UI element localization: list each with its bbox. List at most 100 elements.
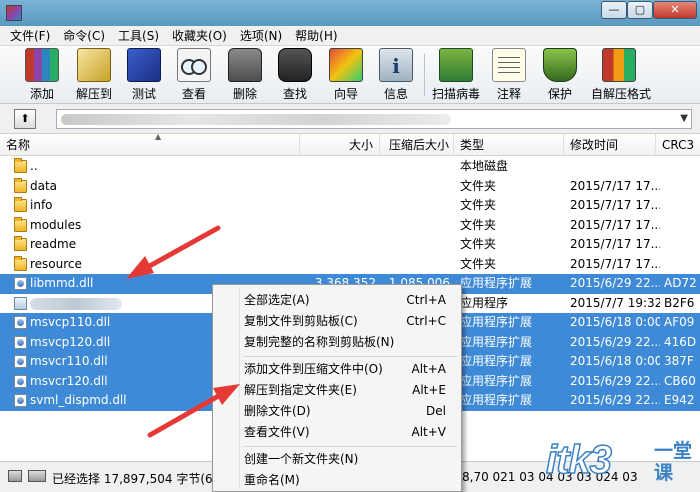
dll-icon [14, 374, 27, 388]
file-crc: CB60 [664, 373, 696, 388]
column-type[interactable]: 类型 [454, 134, 564, 156]
test-icon [127, 48, 161, 82]
menu-item-view-file[interactable]: 查看文件(V) Alt+V [216, 422, 458, 443]
menu-separator [243, 446, 457, 447]
menu-item-label: 全部选定(A) [244, 293, 310, 307]
context-menu: 全部选定(A) Ctrl+A 复制文件到剪贴板(C) Ctrl+C 复制完整的名… [212, 284, 462, 492]
scan-virus-button[interactable]: 扫描病毒 [431, 48, 481, 102]
file-crc: E942 [664, 393, 695, 407]
toolbar: 添加 解压到 测试 查看 删除 查找 向导 信息 扫描病毒 注释 保护 [0, 46, 700, 104]
file-row[interactable]: readme 文件夹 2015/7/17 17... [0, 235, 700, 255]
dll-icon [14, 316, 27, 329]
menu-separator [243, 356, 457, 357]
menu-item-new-folder[interactable]: 创建一个新文件夹(N) [216, 449, 458, 470]
find-icon [278, 48, 312, 82]
column-size[interactable]: 大小 [300, 134, 380, 156]
protect-button[interactable]: 保护 [535, 48, 585, 102]
address-bar: ⬆ ▼ [0, 104, 700, 134]
find-button[interactable]: 查找 [270, 48, 320, 102]
file-name: resource [30, 256, 82, 271]
file-name: readme [30, 237, 77, 251]
wizard-button[interactable]: 向导 [321, 48, 371, 102]
delete-icon [228, 48, 262, 82]
view-button[interactable]: 查看 [169, 48, 219, 102]
file-modified: 2015/7/17 17... [570, 256, 660, 271]
menu-item-copy-files[interactable]: 复制文件到剪贴板(C) Ctrl+C [216, 311, 458, 332]
menu-item-label: 重命名(M) [244, 473, 300, 487]
file-crc: 387F [664, 354, 694, 368]
folder-icon [14, 197, 27, 212]
menu-item-label: 解压到指定文件夹(E) [244, 383, 357, 397]
dll-icon [14, 355, 27, 368]
menu-item-copy-full-names[interactable]: 复制完整的名称到剪贴板(N) [216, 332, 458, 353]
menu-options[interactable]: 选项(N) [240, 27, 282, 44]
comment-icon [492, 48, 526, 82]
menu-item-rename[interactable]: 重命名(M) [216, 470, 458, 491]
file-type: 本地磁盘 [460, 159, 509, 173]
view-icon [177, 48, 211, 82]
menu-item-label: 复制文件到剪贴板(C) [244, 314, 358, 328]
protect-icon [543, 48, 577, 82]
menu-bar: 文件(F) 命令(C) 工具(S) 收藏夹(O) 选项(N) 帮助(H) [0, 26, 700, 46]
minimize-button[interactable]: — [601, 1, 627, 19]
file-modified: 2015/6/29 22... [570, 373, 660, 388]
file-row[interactable]: resource 文件夹 2015/7/17 17... [0, 255, 700, 275]
menu-item-shortcut: Ctrl+A [406, 293, 446, 307]
menu-item-select-all[interactable]: 全部选定(A) Ctrl+A [216, 290, 458, 311]
file-type: 应用程序 [460, 295, 509, 310]
sfx-button[interactable]: 自解压格式 [591, 48, 651, 102]
close-button[interactable]: ✕ [653, 1, 697, 19]
file-type: 应用程序扩展 [460, 393, 533, 407]
sfx-icon [602, 48, 636, 82]
file-row[interactable]: modules 文件夹 2015/7/17 17... [0, 216, 700, 236]
menu-commands[interactable]: 命令(C) [63, 27, 105, 44]
menu-file[interactable]: 文件(F) [10, 27, 50, 44]
column-modified[interactable]: 修改时间 [564, 134, 656, 156]
file-crc: 416D [664, 334, 697, 349]
file-row[interactable]: data 文件夹 2015/7/17 17... [0, 177, 700, 197]
menu-item-label: 创建一个新文件夹(N) [244, 452, 359, 466]
file-modified: 2015/7/17 17... [570, 198, 660, 212]
menu-item-label: 删除文件(D) [244, 404, 311, 418]
menu-item-extract-to-folder[interactable]: 解压到指定文件夹(E) Alt+E [216, 380, 458, 401]
winrar-app-icon[interactable] [6, 5, 22, 21]
dll-icon [14, 394, 27, 407]
info-button[interactable]: 信息 [371, 48, 421, 102]
file-crc: B2F6 [664, 295, 695, 310]
chevron-down-icon[interactable]: ▼ [680, 113, 688, 124]
column-crc[interactable]: CRC3 [656, 134, 700, 156]
test-button[interactable]: 测试 [119, 48, 169, 102]
menu-item-add-to-archive[interactable]: 添加文件到压缩文件中(O) Alt+A [216, 359, 458, 380]
path-field[interactable]: ▼ [56, 109, 692, 129]
menu-tools[interactable]: 工具(S) [118, 27, 159, 44]
archive-status-icon [28, 470, 46, 482]
delete-button[interactable]: 删除 [220, 48, 270, 102]
add-button[interactable]: 添加 [17, 48, 67, 102]
scan-virus-label: 扫描病毒 [431, 87, 480, 101]
file-row[interactable]: info 文件夹 2015/7/17 17... [0, 196, 700, 216]
scan-virus-icon [439, 48, 473, 82]
file-modified: 2015/6/29 22... [570, 393, 660, 407]
folder-icon [14, 236, 27, 251]
menu-favorites[interactable]: 收藏夹(O) [172, 27, 227, 44]
menu-item-label: 添加文件到压缩文件中(O) [244, 362, 383, 376]
column-packed[interactable]: 压缩后大小 [380, 134, 454, 156]
watermark-cn: 一堂课 [654, 440, 693, 484]
extract-to-button[interactable]: 解压到 [69, 48, 119, 102]
folder-icon [14, 255, 27, 271]
file-modified: 2015/7/17 17... [570, 217, 660, 232]
file-crc: AD72 [664, 276, 697, 290]
up-folder-button[interactable]: ⬆ [14, 109, 36, 129]
add-archive-icon [25, 48, 59, 82]
file-modified: 2015/7/17 17... [570, 237, 660, 251]
comment-button[interactable]: 注释 [484, 48, 534, 102]
column-name[interactable]: 名称 [0, 134, 300, 156]
menu-help[interactable]: 帮助(H) [295, 27, 337, 44]
maximize-button[interactable]: ▢ [627, 1, 653, 19]
file-crc: AF09 [664, 315, 695, 329]
file-row[interactable]: .. 本地磁盘 [0, 157, 700, 177]
file-type: 文件夹 [460, 256, 497, 271]
sort-ascending-icon: ▲ [155, 132, 162, 141]
menu-item-delete-files[interactable]: 删除文件(D) Del [216, 401, 458, 422]
file-modified: 2015/7/7 19:32 [570, 295, 660, 310]
